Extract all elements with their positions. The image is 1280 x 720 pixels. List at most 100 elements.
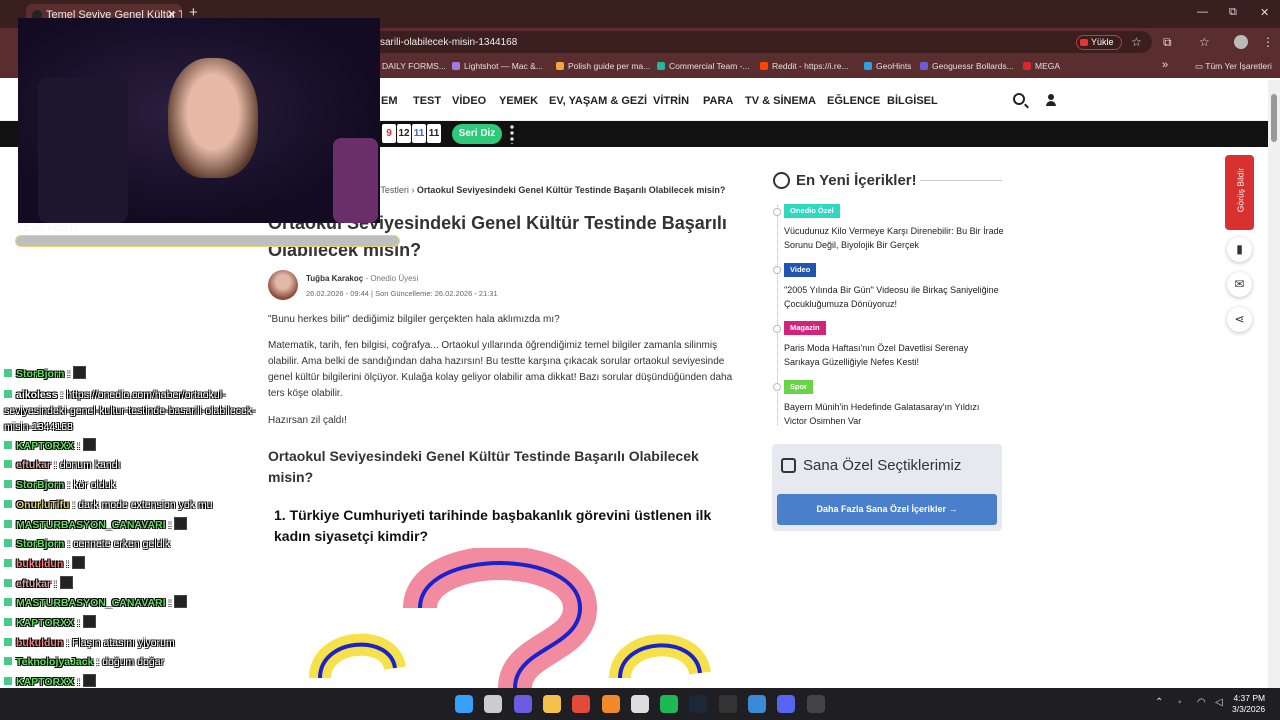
scrollbar[interactable] [1268, 80, 1280, 690]
chat-separator: : [74, 617, 83, 630]
timeline-dot [773, 208, 781, 216]
chat-username[interactable]: bukuldun [16, 558, 63, 570]
windows-icon[interactable] [455, 695, 473, 713]
close-window-button[interactable]: ✕ [1260, 6, 1269, 19]
bookmarks-overflow-icon[interactable]: » [1162, 59, 1168, 71]
article-dates: 26.02.2026 - 09:44 | Son Güncelleme: 26.… [306, 289, 498, 298]
category-tag[interactable]: Spor [784, 380, 814, 394]
explorer-icon[interactable] [542, 695, 561, 713]
minimize-button[interactable]: — [1197, 6, 1208, 18]
chrome-icon[interactable] [572, 695, 591, 713]
bookmark-favicon-icon [452, 62, 460, 70]
menu-icon[interactable]: ⋮ [1262, 35, 1274, 49]
volume-icon[interactable]: ◁ [1215, 697, 1223, 708]
bookmark-icon[interactable]: ☆ [1199, 35, 1210, 49]
chat-username[interactable]: KAPTORXX [16, 617, 74, 629]
news-link[interactable]: Bayern Münih'in Hedefinde Galatasaray'ın… [784, 400, 1004, 428]
bookmark-item[interactable]: DAILY FORMS... [382, 61, 446, 71]
author-avatar[interactable] [268, 270, 298, 300]
category-tag[interactable]: Video [784, 263, 817, 277]
teams-icon[interactable] [513, 695, 532, 713]
star-icon[interactable]: ☆ [1131, 35, 1142, 49]
app-orange-icon[interactable] [601, 695, 620, 713]
emote-icon [73, 366, 87, 379]
news-link[interactable]: "2005 Yılında Bir Gün" Videosu ile Birka… [784, 283, 1004, 311]
more-special-button[interactable]: Daha Fazla Sana Özel İçerikler → [777, 494, 997, 525]
chat-message: eftukar : donum kandı [0, 456, 260, 476]
game-number[interactable]: 9 [382, 124, 396, 143]
chat-username[interactable]: StorBjorn [16, 479, 64, 491]
nav-item[interactable]: YEMEK [499, 95, 538, 107]
category-tag[interactable]: Onedio Özel [784, 204, 840, 218]
chat-username[interactable]: MASTURBASYON_CANAVARI [16, 519, 166, 531]
bookmark-item[interactable]: Commercial Team -... [657, 61, 750, 71]
bookmark-add-icon[interactable]: ▮ [1227, 237, 1252, 262]
nav-item[interactable]: PARA [703, 95, 733, 107]
chat-separator: : [93, 656, 103, 669]
chat-username[interactable]: TeknolojyaJack [16, 656, 93, 668]
bookmark-item[interactable]: Reddit - https://i.re... [760, 61, 849, 71]
user-icon[interactable] [1046, 94, 1056, 108]
nav-item[interactable]: VİTRİN [653, 95, 689, 107]
chat-username[interactable]: OnurluTifu [16, 499, 69, 511]
bookmark-item[interactable]: Lightshot — Mac &... [452, 61, 543, 71]
search-icon[interactable] [484, 695, 503, 713]
seri-diz-button[interactable]: Seri Diz [452, 124, 502, 144]
chat-username[interactable]: StorBjorn [16, 538, 64, 550]
chat-username[interactable]: bukuldun [16, 637, 63, 649]
bookmark-item[interactable]: Geoguessr Bollards... [920, 61, 1014, 71]
microphone-icon[interactable]: ◦ [1178, 697, 1182, 708]
profile-avatar[interactable] [1234, 35, 1248, 49]
bookmark-item[interactable]: GeoHints [864, 61, 911, 71]
game-number[interactable]: 12 [397, 124, 411, 143]
nav-item[interactable]: TV & SİNEMA [745, 95, 816, 107]
nav-item[interactable]: EĞLENCE [827, 95, 880, 107]
obs-icon[interactable] [806, 695, 825, 713]
app-note-icon[interactable] [630, 695, 649, 713]
search-icon[interactable] [1013, 93, 1025, 105]
extensions-icon[interactable]: ⧉ [1163, 35, 1172, 50]
game-number[interactable]: 11 [427, 124, 441, 143]
nav-item[interactable]: VİDEO [452, 95, 486, 107]
chat-message: StorBjorn : kör olduk [0, 476, 260, 496]
chat-username[interactable]: MASTURBASYON_CANAVARI [16, 597, 166, 609]
chat-separator: : [64, 538, 74, 551]
chat-username[interactable]: StorBjorn [16, 368, 64, 380]
category-tag[interactable]: Magazin [784, 321, 826, 335]
nav-item[interactable]: BİLGİSEL [887, 95, 938, 107]
all-bookmarks-button[interactable]: ▭ Tüm Yer İşaretleri [1195, 61, 1272, 72]
emote-icon [59, 575, 73, 589]
news-link[interactable]: Vücudunuz Kilo Vermeye Karşı Direnebilir… [784, 224, 1004, 252]
chat-username[interactable]: aikoless [16, 389, 57, 401]
share-icon[interactable]: ⋖ [1227, 307, 1252, 332]
chat-text: cennete erken geldik [73, 538, 171, 551]
yukle-button[interactable]: Yükle [1076, 35, 1122, 50]
maximize-button[interactable]: ⧉ [1229, 6, 1237, 19]
nav-item[interactable]: EM [381, 95, 398, 107]
clock[interactable]: 4:37 PM 3/3/2026 [1232, 693, 1265, 715]
nav-item[interactable]: TEST [413, 95, 441, 107]
bookmark-item[interactable]: MEGA [1023, 61, 1060, 71]
news-link[interactable]: Paris Moda Haftası'nın Özel Davetlisi Se… [784, 341, 1004, 369]
scrollbar-thumb[interactable] [1271, 94, 1277, 142]
more-dots-icon[interactable] [510, 124, 514, 144]
chat-username[interactable]: eftukar [16, 578, 51, 590]
comments-icon[interactable]: ✉ [1227, 272, 1252, 297]
chat-username[interactable]: eftukar [16, 459, 51, 471]
game-number[interactable]: 11 [412, 124, 426, 143]
epic-icon[interactable] [718, 695, 737, 713]
author-name[interactable]: Tuğba Karakoç [306, 274, 363, 283]
timeline-dot [773, 383, 781, 391]
steam-icon[interactable] [689, 695, 708, 713]
feedback-button[interactable]: Görüş Bildir [1225, 155, 1254, 230]
chat-username[interactable]: KAPTORXX [16, 676, 74, 688]
app-blue-icon[interactable] [748, 695, 766, 713]
wifi-icon[interactable]: ◠ [1197, 697, 1206, 708]
discord-icon[interactable] [777, 695, 796, 713]
tray-chevron-icon[interactable]: ⌃ [1155, 697, 1163, 708]
spotify-icon[interactable] [660, 695, 679, 713]
chat-username[interactable]: KAPTORXX [16, 440, 74, 452]
nav-item[interactable]: EV, YAŞAM & GEZİ [549, 95, 647, 107]
chat-separator: : [63, 557, 73, 570]
bookmark-item[interactable]: Polish guide per ma... [556, 61, 650, 71]
